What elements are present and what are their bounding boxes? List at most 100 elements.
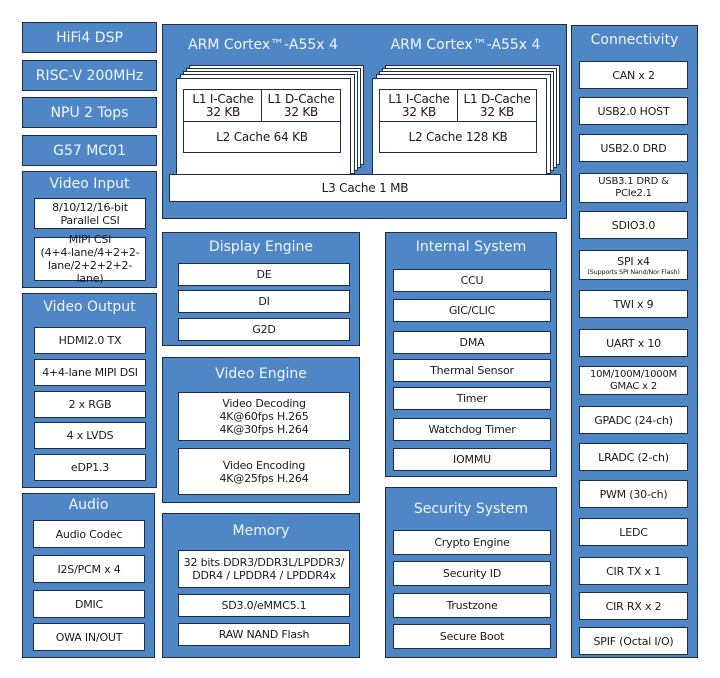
l1-icache-cell: L1 I-Cache 32 KB xyxy=(183,89,263,123)
security-system-block: Security System Crypto Engine Security I… xyxy=(385,487,557,658)
video-output-block: Video Output HDMI2.0 TX 4+4-lane MIPI DS… xyxy=(22,293,157,488)
cell-text: Watchdog Timer xyxy=(428,423,516,436)
video-output-item: eDP1.3 xyxy=(34,454,146,481)
cell-text: DMIC xyxy=(74,597,104,611)
cell-line: 32 KB xyxy=(479,105,515,119)
cell-line: DDR4 / LPDDR4 / LPDDR4x xyxy=(192,569,336,582)
l1-dcache-cell: L1 D-Cache 32 KB xyxy=(261,89,341,123)
display-engine-item: G2D xyxy=(178,318,350,341)
internal-system-item: IOMMU xyxy=(393,448,551,471)
cell-text: Timer xyxy=(456,392,488,405)
connectivity-item: SPI x4 (Supports SPI Nand/Nor Flash) xyxy=(579,250,688,280)
internal-system-item: CCU xyxy=(393,269,551,292)
cell-text: G2D xyxy=(252,323,276,336)
cell-text: 4 x LVDS xyxy=(66,429,114,442)
cell-text: L2 Cache 128 KB xyxy=(408,129,508,144)
memory-title: Memory xyxy=(232,523,290,539)
gpu-label: G57 MC01 xyxy=(53,142,126,159)
cell-text: Thermal Sensor xyxy=(430,364,514,377)
connectivity-item: GPADC (24-ch) xyxy=(579,406,688,434)
parallel-csi-cell: 8/10/12/16-bit Parallel CSI xyxy=(34,198,146,229)
display-engine-title: Display Engine xyxy=(208,239,314,255)
cell-text: DE xyxy=(256,268,272,281)
cell-line: CIR TX x 1 xyxy=(606,564,661,578)
cell-text: L2 Cache 64 KB xyxy=(216,129,308,144)
internal-system-block: Internal System CCU GIC/CLIC DMA Thermal… xyxy=(385,232,557,477)
internal-system-item: Watchdog Timer xyxy=(393,418,551,441)
connectivity-item: TWI x 9 xyxy=(579,290,688,318)
l1-icache-cell: L1 I-Cache 32 KB xyxy=(379,89,459,123)
hifi4-dsp-label: HiFi4 DSP xyxy=(56,29,123,46)
connectivity-title: Connectivity xyxy=(590,32,679,48)
cell-line: USB2.0 HOST xyxy=(597,104,670,118)
cell-line: TWI x 9 xyxy=(613,297,654,311)
connectivity-block: Connectivity CAN x 2 USB2.0 HOST USB2.0 DR… xyxy=(571,25,698,658)
l3-cache-cell: L3 Cache 1 MB xyxy=(169,174,561,202)
cluster-2-title: ARM Cortex™-A55x 4 xyxy=(390,37,541,53)
connectivity-item: UART x 10 xyxy=(579,329,688,357)
connectivity-item: LEDC xyxy=(579,518,688,546)
cell-line: Parallel CSI xyxy=(60,213,120,227)
internal-system-item: GIC/CLIC xyxy=(393,299,551,322)
cell-text: DI xyxy=(258,295,270,308)
cell-text: GIC/CLIC xyxy=(448,304,496,317)
cell-text: Trustzone xyxy=(446,599,498,612)
cell-line: GPADC (24-ch) xyxy=(594,413,673,427)
cell-line: MIPI CSI xyxy=(68,233,112,246)
internal-system-title: Internal System xyxy=(415,239,527,255)
cell-text: CCU xyxy=(460,274,484,287)
l1-dcache-cell: L1 D-Cache 32 KB xyxy=(457,89,537,123)
cluster-1-title: ARM Cortex™-A55x 4 xyxy=(188,37,338,53)
cell-line: 4K@30fps H.264 xyxy=(219,423,309,436)
video-output-item: 2 x RGB xyxy=(34,391,146,418)
memory-item: SD3.0/eMMC5.1 xyxy=(178,594,350,617)
cell-line: SPI x4 xyxy=(617,254,650,268)
audio-item: I2S/PCM x 4 xyxy=(33,555,145,583)
l2-cache-cell: L2 Cache 128 KB xyxy=(379,121,537,153)
npu-block: NPU 2 Tops xyxy=(22,97,157,128)
video-engine-title: Video Engine xyxy=(215,366,307,382)
connectivity-item: USB3.1 DRD & PCIe2.1 xyxy=(579,173,688,203)
video-encoding-cell: Video Encoding 4K@25fps H.264 xyxy=(178,448,350,495)
cell-line: 10M/100M/1000M xyxy=(589,368,678,380)
cell-text: Crypto Engine xyxy=(434,536,510,549)
core-card: L1 I-Cache 32 KB L1 D-Cache 32 KB L2 Cac… xyxy=(176,78,351,178)
memory-item: RAW NAND Flash xyxy=(178,623,350,646)
connectivity-item: USB2.0 DRD xyxy=(579,134,688,162)
cell-text: 4+4-lane MIPI DSI xyxy=(42,366,138,379)
cpu-block: ARM Cortex™-A55x 4 L1 I-Cache 32 KB L1 D… xyxy=(162,24,567,219)
connectivity-item: PWM (30-ch) xyxy=(579,480,688,508)
connectivity-item: SDIO3.0 xyxy=(579,211,688,239)
display-engine-block: Display Engine DE DI G2D xyxy=(162,232,360,346)
cell-text: I2S/PCM x 4 xyxy=(57,562,121,576)
connectivity-item: 10M/100M/1000M GMAC x 2 xyxy=(579,366,688,395)
connectivity-item: CIR TX x 1 xyxy=(579,557,688,585)
cell-text: Audio Codec xyxy=(55,527,123,541)
cell-text: eDP1.3 xyxy=(70,461,110,474)
video-output-item: HDMI2.0 TX xyxy=(34,327,146,354)
cell-line: PWM (30-ch) xyxy=(599,487,668,501)
connectivity-item: USB2.0 HOST xyxy=(579,97,688,125)
cell-line: 32 bits DDR3/DDR3L/LPDDR3/ xyxy=(183,556,345,569)
cell-text: L3 Cache 1 MB xyxy=(321,180,409,195)
video-decoding-cell: Video Decoding 4K@60fps H.265 4K@30fps H… xyxy=(178,392,350,441)
cell-line: PCIe2.1 xyxy=(615,188,652,199)
cell-line: 32 KB xyxy=(401,105,437,119)
cell-line: (4+4-lane/4+2+2- xyxy=(40,246,140,259)
cell-line: lane/2+2+2+2-lane) xyxy=(47,259,133,285)
cell-line: LEDC xyxy=(619,525,648,539)
cell-line: Video Encoding xyxy=(222,458,306,472)
connectivity-item: CIR RX x 2 xyxy=(579,592,688,620)
security-system-item: Crypto Engine xyxy=(393,530,551,555)
cell-text: SD3.0/eMMC5.1 xyxy=(221,599,307,612)
internal-system-item: Thermal Sensor xyxy=(393,359,551,382)
memory-item: 32 bits DDR3/DDR3L/LPDDR3/ DDR4 / LPDDR4… xyxy=(178,550,350,588)
cell-line: SPIF (Octal I/O) xyxy=(593,634,674,648)
cell-text: Security ID xyxy=(442,567,502,580)
display-engine-item: DI xyxy=(178,290,350,313)
cell-line: USB2.0 DRD xyxy=(600,141,667,155)
connectivity-item: LRADC (2-ch) xyxy=(579,443,688,471)
security-system-item: Trustzone xyxy=(393,593,551,618)
cell-text: DMA xyxy=(459,336,485,349)
cell-text: Secure Boot xyxy=(439,630,505,643)
